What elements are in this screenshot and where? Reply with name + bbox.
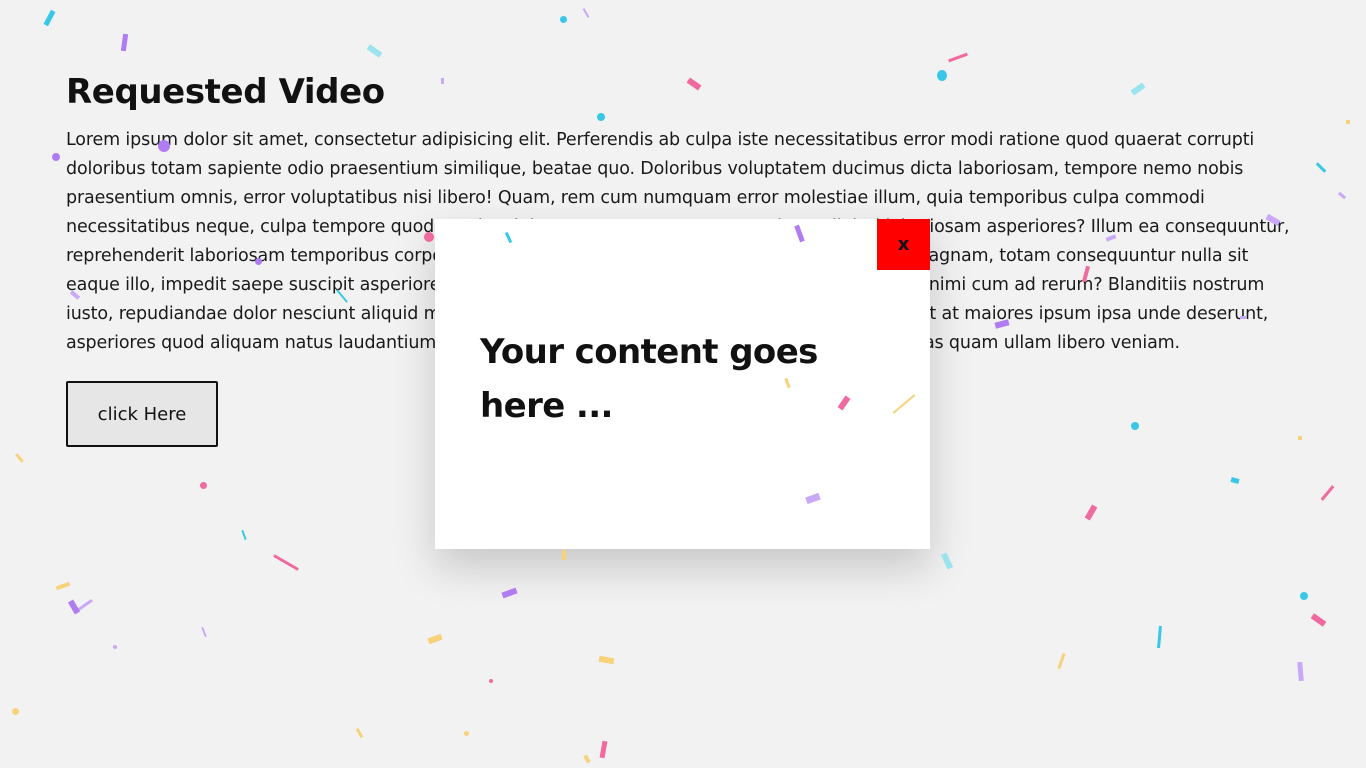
confetti-piece	[15, 453, 24, 463]
confetti-piece	[427, 633, 443, 645]
confetti-piece	[948, 52, 968, 63]
confetti-piece	[599, 740, 608, 759]
confetti-piece	[12, 708, 19, 715]
confetti-piece	[55, 581, 71, 591]
confetti-piece	[67, 599, 81, 615]
close-button[interactable]: x	[877, 219, 930, 270]
confetti-piece	[201, 626, 207, 638]
confetti-piece	[355, 727, 364, 739]
confetti-piece	[1310, 613, 1327, 627]
confetti-piece	[464, 731, 469, 736]
confetti-piece	[200, 482, 207, 489]
confetti-piece	[120, 33, 129, 52]
confetti-piece	[598, 655, 615, 665]
confetti-piece	[52, 153, 60, 161]
confetti-piece	[583, 754, 591, 764]
confetti-piece	[1315, 162, 1327, 173]
confetti-piece	[562, 550, 566, 560]
confetti-piece	[1297, 661, 1304, 682]
confetti-piece	[73, 598, 93, 615]
modal-content-text: Your content goes here ...	[480, 332, 818, 426]
confetti-piece	[273, 554, 299, 571]
confetti-piece	[241, 529, 247, 541]
confetti-piece	[113, 645, 117, 649]
confetti-piece	[1057, 652, 1066, 670]
confetti-piece	[1084, 504, 1098, 521]
confetti-piece	[43, 9, 56, 27]
confetti-piece	[1300, 592, 1308, 600]
confetti-piece	[501, 587, 518, 599]
click-here-button[interactable]: click Here	[66, 381, 218, 447]
confetti-piece	[1230, 477, 1240, 484]
confetti-piece	[489, 679, 493, 683]
confetti-piece	[1337, 191, 1347, 200]
popup-modal: x Your content goes here ...	[435, 219, 930, 549]
confetti-piece	[560, 16, 567, 23]
confetti-piece	[366, 44, 383, 58]
page: Requested Video Lorem ipsum dolor sit am…	[0, 0, 1366, 768]
confetti-piece	[582, 8, 590, 18]
confetti-piece	[1346, 120, 1350, 124]
page-title: Requested Video	[66, 72, 385, 112]
confetti-piece	[940, 552, 954, 570]
confetti-piece	[1320, 485, 1335, 501]
confetti-piece	[1157, 625, 1162, 649]
